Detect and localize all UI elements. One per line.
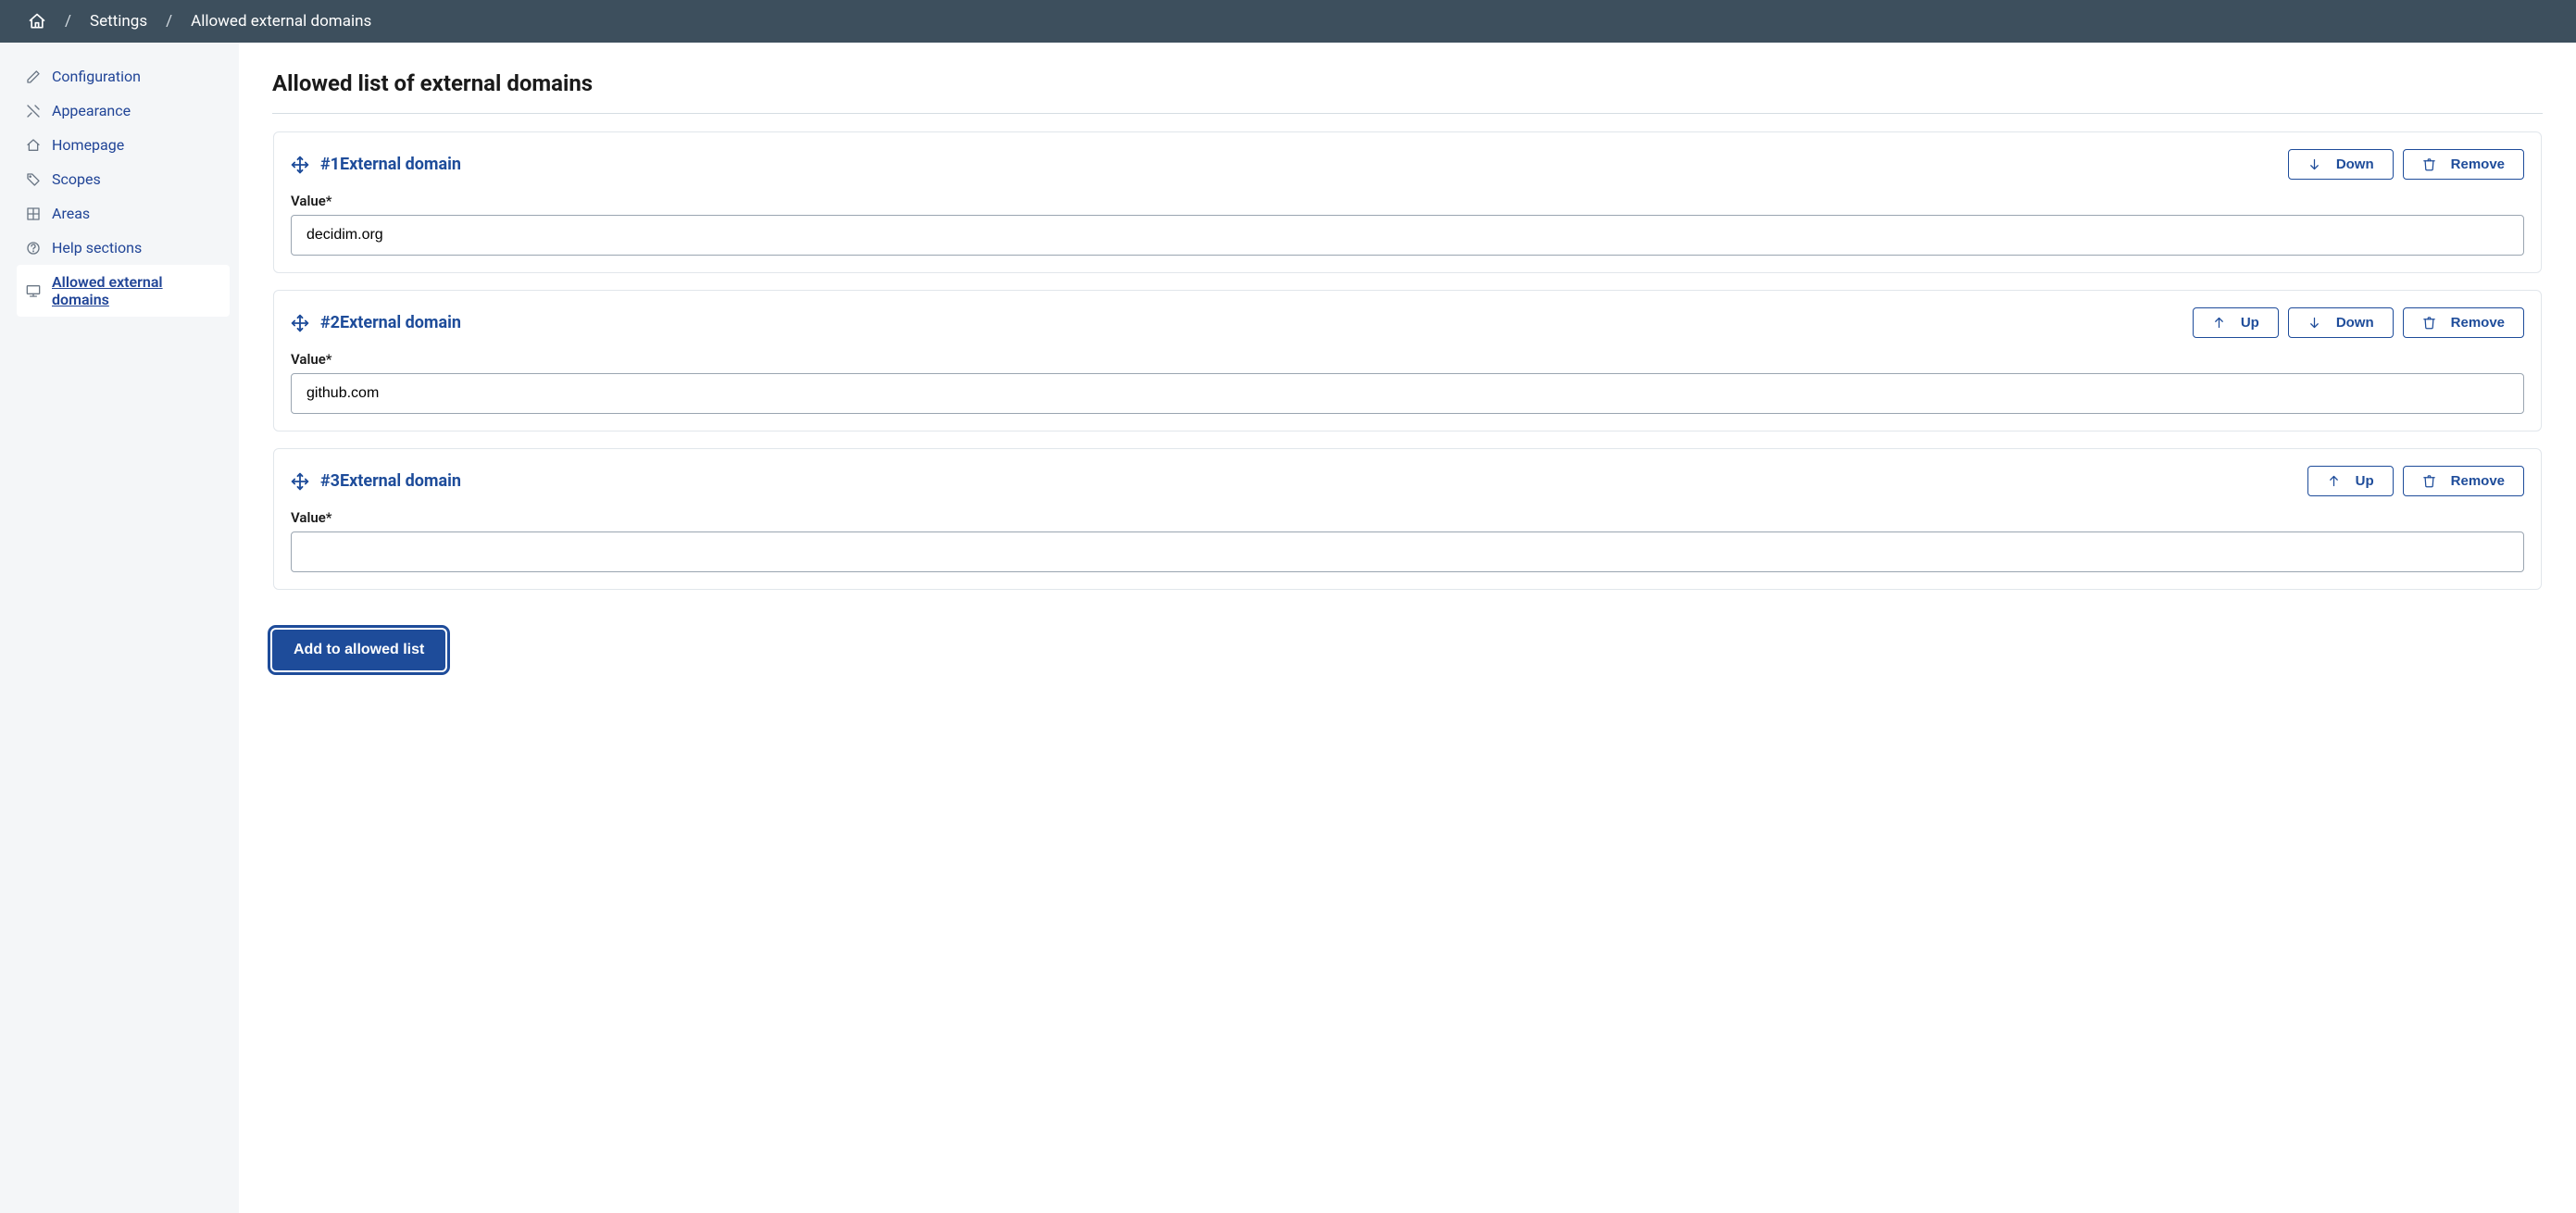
domain-heading: #2External domain (320, 313, 461, 332)
arrow-down-icon (2307, 157, 2321, 171)
home-icon (26, 138, 41, 153)
domain-value-input[interactable] (291, 531, 2524, 572)
domain-card-title: #1External domain (291, 155, 461, 174)
domain-card-title: #3External domain (291, 471, 461, 491)
sidebar-item-label: Configuration (52, 68, 141, 85)
tools-icon (26, 104, 41, 119)
arrow-up-icon (2212, 316, 2226, 330)
domain-card-actions: Up Remove (2307, 466, 2524, 496)
value-label: Value* (291, 509, 2524, 526)
sidebar-item-scopes[interactable]: Scopes (17, 162, 230, 196)
domain-heading: #1External domain (320, 155, 461, 174)
arrow-up-icon (2327, 474, 2341, 488)
domain-card-title: #2External domain (291, 313, 461, 332)
move-icon[interactable] (291, 156, 309, 174)
monitor-icon (26, 283, 41, 298)
trash-icon (2422, 474, 2436, 488)
domain-card: #2External domain Up Down Remove Value* (273, 290, 2542, 431)
domain-card-header: #2External domain Up Down Remove (291, 307, 2524, 338)
sidebar-item-allowed-external-domains[interactable]: Allowed external domains (17, 265, 230, 317)
domain-value-input[interactable] (291, 215, 2524, 256)
sidebar-item-label: Scopes (52, 170, 101, 188)
move-icon[interactable] (291, 314, 309, 332)
sidebar: Configuration Appearance Homepage Scopes… (0, 43, 239, 1213)
sidebar-item-homepage[interactable]: Homepage (17, 128, 230, 162)
sidebar-item-areas[interactable]: Areas (17, 196, 230, 231)
domain-card-header: #3External domain Up Remove (291, 466, 2524, 496)
down-button[interactable]: Down (2288, 307, 2394, 338)
domain-value-input[interactable] (291, 373, 2524, 414)
breadcrumb-current: Allowed external domains (191, 12, 371, 31)
main-content: Allowed list of external domains #1Exter… (239, 43, 2576, 1213)
sidebar-item-label: Help sections (52, 239, 142, 256)
question-icon (26, 241, 41, 256)
sidebar-item-label: Areas (52, 205, 90, 222)
breadcrumb-separator: / (166, 12, 172, 31)
sidebar-item-appearance[interactable]: Appearance (17, 94, 230, 128)
domain-card-actions: Up Down Remove (2193, 307, 2524, 338)
value-label: Value* (291, 193, 2524, 209)
sidebar-item-label: Allowed external domains (52, 273, 220, 308)
down-button[interactable]: Down (2288, 149, 2394, 180)
breadcrumb-home[interactable] (28, 12, 46, 31)
domain-card-actions: Down Remove (2288, 149, 2524, 180)
home-icon (28, 12, 46, 31)
domain-heading: #3External domain (320, 471, 461, 491)
tag-icon (26, 172, 41, 187)
page-title: Allowed list of external domains (272, 70, 2543, 114)
sidebar-item-label: Homepage (52, 136, 124, 154)
domain-card: #3External domain Up Remove Value* (273, 448, 2542, 590)
breadcrumb-settings[interactable]: Settings (90, 12, 147, 31)
remove-button[interactable]: Remove (2403, 307, 2524, 338)
domain-card: #1External domain Down Remove Value* (273, 131, 2542, 273)
breadcrumb-separator: / (65, 12, 71, 31)
trash-icon (2422, 316, 2436, 330)
up-button[interactable]: Up (2307, 466, 2394, 496)
value-label: Value* (291, 351, 2524, 368)
remove-button[interactable]: Remove (2403, 149, 2524, 180)
arrow-down-icon (2307, 316, 2321, 330)
grid-icon (26, 206, 41, 221)
move-icon[interactable] (291, 472, 309, 491)
sidebar-item-help-sections[interactable]: Help sections (17, 231, 230, 265)
trash-icon (2422, 157, 2436, 171)
domain-card-header: #1External domain Down Remove (291, 149, 2524, 180)
up-button[interactable]: Up (2193, 307, 2279, 338)
remove-button[interactable]: Remove (2403, 466, 2524, 496)
sidebar-item-configuration[interactable]: Configuration (17, 59, 230, 94)
sidebar-item-label: Appearance (52, 102, 131, 119)
add-to-allowed-list-button[interactable]: Add to allowed list (272, 630, 445, 670)
topbar: / Settings / Allowed external domains (0, 0, 2576, 43)
pencil-icon (26, 69, 41, 84)
